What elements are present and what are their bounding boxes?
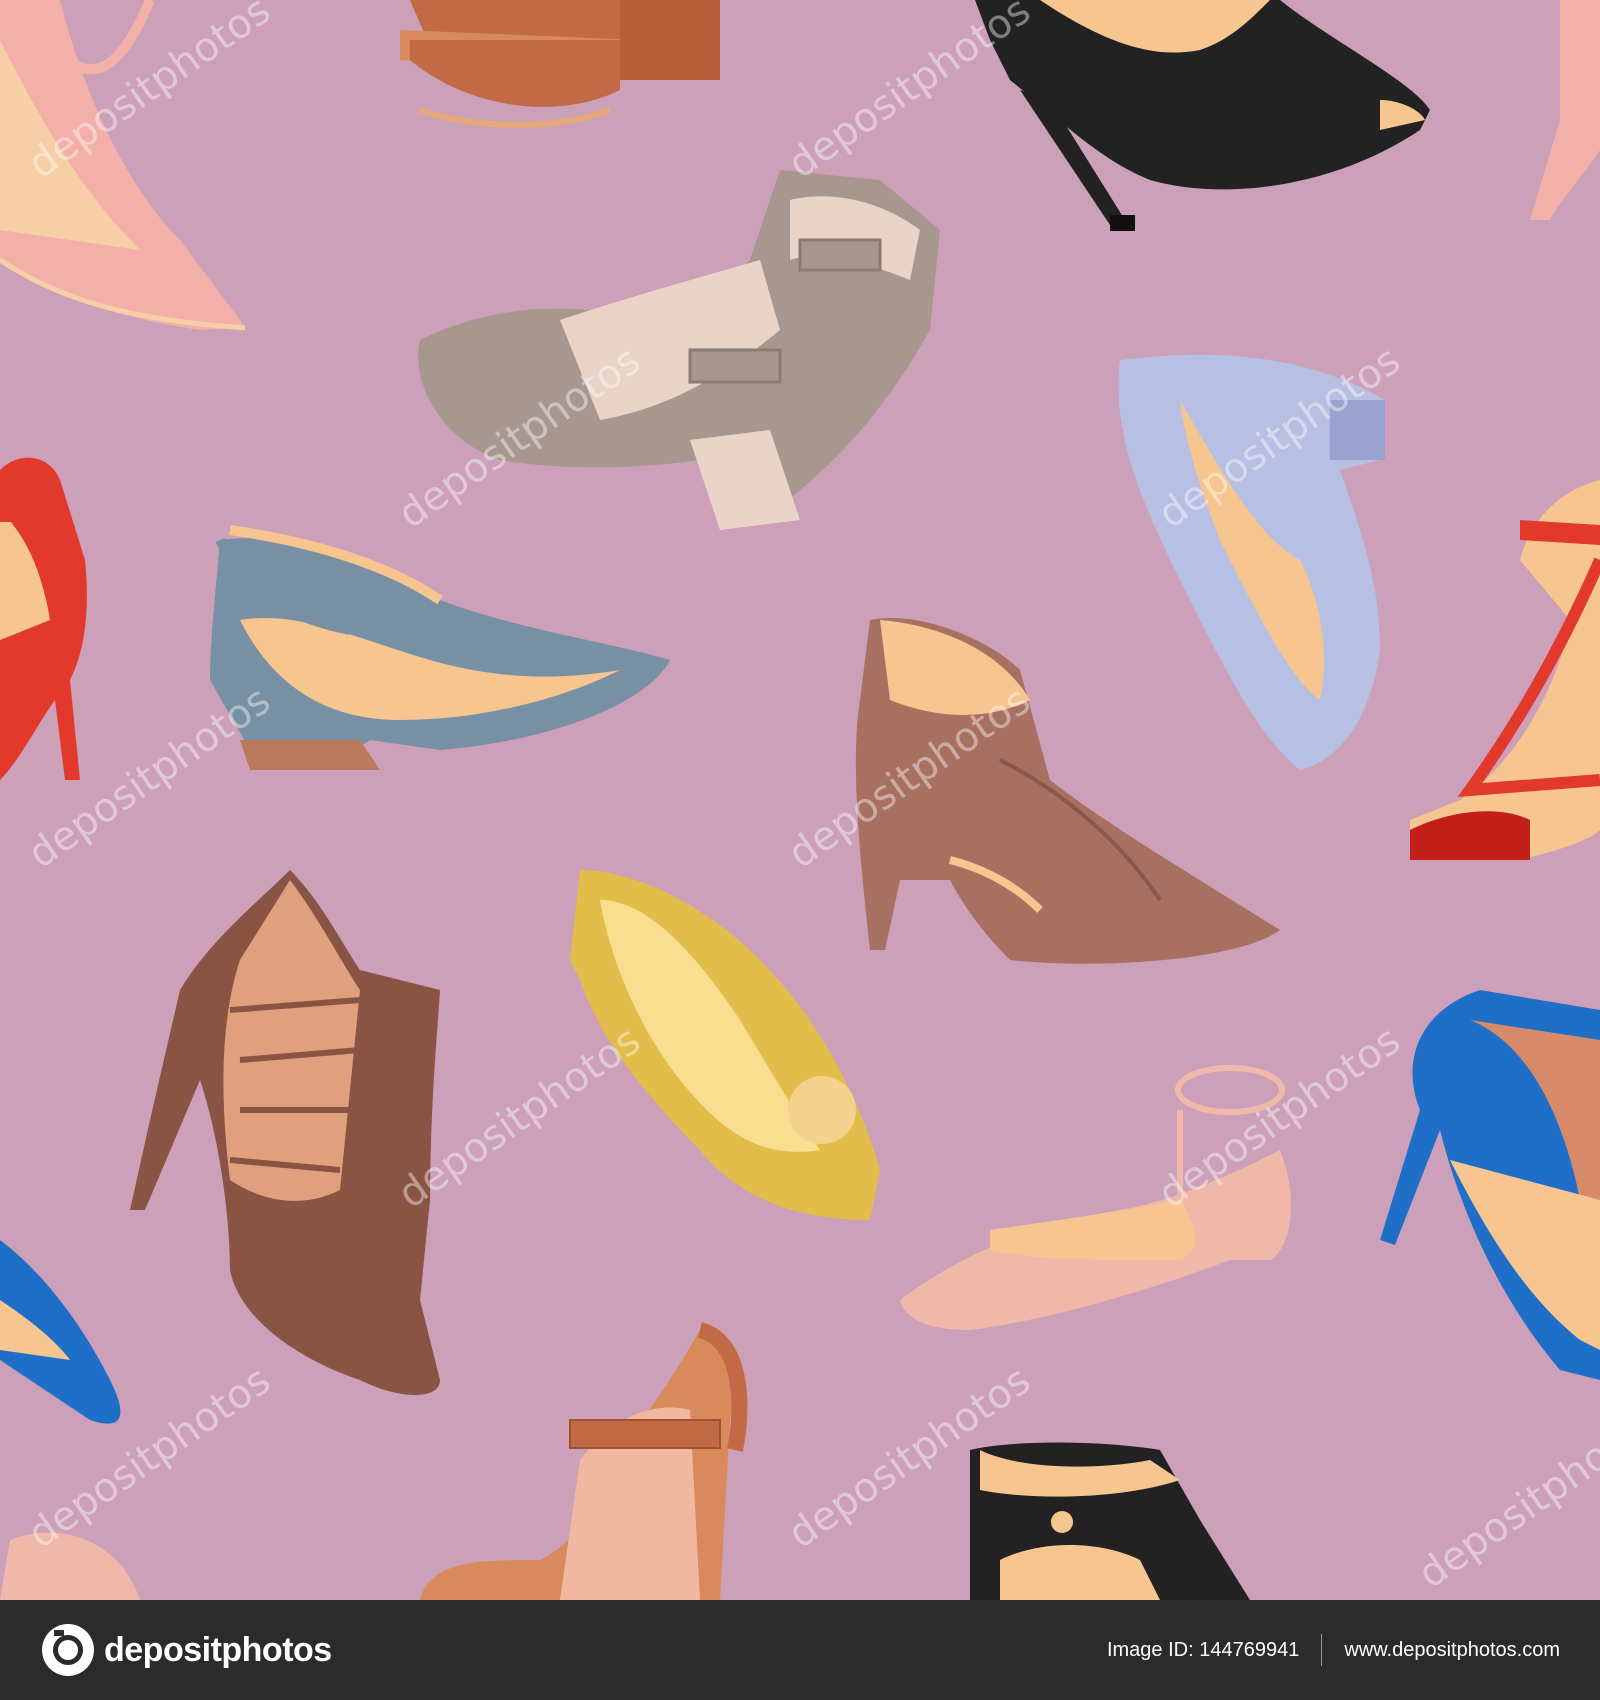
site-link[interactable]: www.depositphotos.com — [1344, 1639, 1560, 1662]
brand-name: depositphotos — [104, 1630, 332, 1669]
shoe-pattern-illustration — [0, 0, 1600, 1600]
stock-image: depositphotos depositphotos depositphoto… — [0, 0, 1600, 1700]
image-meta: Image ID: 144769941 www.depositphotos.co… — [1107, 1634, 1560, 1666]
stock-footer-bar: depositphotos Image ID: 144769941 www.de… — [0, 1600, 1600, 1700]
meta-divider — [1321, 1634, 1323, 1666]
image-id-label: Image ID: 144769941 — [1106, 1638, 1300, 1661]
brand-logo[interactable]: depositphotos — [40, 1622, 332, 1678]
camera-logo-icon — [42, 1624, 94, 1676]
